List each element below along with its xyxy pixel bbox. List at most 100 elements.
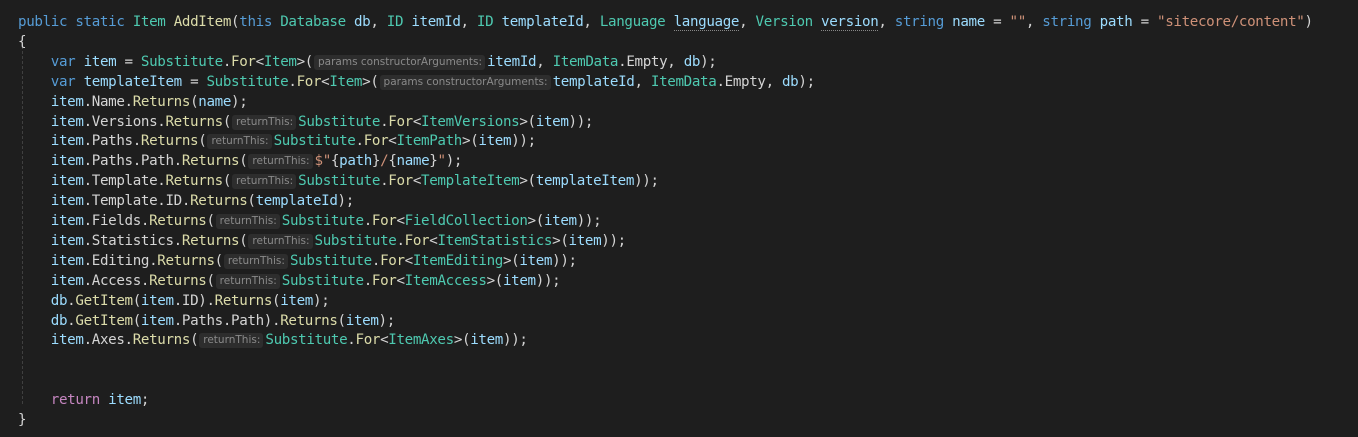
code-token: Version: [755, 14, 814, 30]
code-token: ));: [568, 113, 594, 130]
code-token: (: [222, 113, 232, 130]
code-line: item.Paths.Path.Returns(returnThis: $"{pa…: [18, 151, 462, 171]
code-token: Item: [132, 14, 166, 30]
code-token: (: [198, 133, 207, 150]
code-token: .Empty,: [716, 73, 782, 90]
code-token: var: [50, 53, 76, 70]
code-line: public static Item AddItem(this Database…: [18, 12, 1313, 32]
code-token: =: [984, 14, 1010, 30]
code-token: item: [50, 213, 84, 229]
code-token: Substitute: [140, 53, 223, 70]
inlay-parameter-hint: returnThis:: [232, 114, 297, 130]
code-line: var templateItem = Substitute.For<Item>(…: [18, 72, 815, 92]
code-token: (: [206, 272, 215, 289]
code-token: Database: [280, 14, 346, 30]
code-token: Substitute: [206, 73, 289, 90]
code-line: item.Statistics.Returns(returnThis: Subst…: [18, 231, 626, 251]
code-token: ,: [1025, 14, 1043, 30]
code-token: >(: [296, 53, 314, 70]
inlay-parameter-hint: returnThis:: [223, 253, 288, 269]
code-token: item: [470, 332, 503, 349]
code-token: ): [1304, 14, 1313, 30]
inlay-parameter-hint: returnThis:: [232, 174, 297, 190]
code-line: }: [18, 410, 27, 430]
code-token: .: [371, 252, 381, 269]
code-token: ,: [878, 14, 895, 30]
code-token: Item: [329, 73, 363, 90]
code-token: string: [894, 14, 945, 30]
code-line: var item = Substitute.For<Item>(params c…: [18, 52, 717, 72]
code-line: {: [18, 32, 27, 52]
code-token: >(: [453, 332, 471, 349]
code-token: item: [50, 133, 84, 150]
code-token: );: [231, 93, 248, 110]
code-token: FieldCollection: [404, 213, 528, 229]
code-token: ItemData: [552, 53, 619, 70]
code-token: item: [83, 53, 117, 70]
code-token: Returns: [181, 153, 240, 170]
code-token: item: [345, 312, 379, 329]
code-token: path: [339, 153, 372, 170]
code-token: .ID).: [173, 292, 215, 309]
code-token: .Paths.: [83, 133, 142, 150]
code-token: ));: [601, 232, 626, 249]
code-token: this: [239, 14, 273, 30]
code-token: ItemData: [650, 73, 717, 90]
code-token: .Versions.: [83, 113, 166, 130]
code-token: Substitute: [298, 113, 381, 130]
code-token: >(: [519, 173, 536, 190]
code-token: ,: [536, 53, 553, 70]
code-token: ));: [576, 213, 602, 229]
code-token: .Axes.: [83, 332, 134, 349]
code-token: Substitute: [265, 332, 348, 349]
code-token: );: [798, 73, 815, 90]
code-token: ": [437, 153, 447, 170]
code-token: For: [388, 113, 413, 130]
inlay-parameter-hint: returnThis:: [215, 214, 280, 229]
inlay-parameter-hint: returnThis:: [207, 134, 272, 150]
code-editor[interactable]: public static Item AddItem (this Database…: [0, 0, 1358, 437]
code-token: <: [404, 252, 414, 269]
code-line: item.Name.Returns(name);: [18, 92, 248, 112]
code-token: Returns: [181, 232, 240, 249]
inlay-parameter-hint: params constructorArguments:: [379, 74, 551, 90]
code-token: >(: [486, 272, 504, 289]
code-token: item: [50, 193, 84, 210]
code-token: );: [700, 53, 717, 70]
code-token: For: [296, 73, 322, 90]
code-token: =: [116, 53, 141, 70]
code-token: Returns: [280, 312, 338, 329]
code-token-unused-param: language: [673, 14, 740, 31]
code-token: <: [396, 213, 405, 229]
code-token: item: [50, 93, 84, 110]
code-token: ,: [370, 14, 387, 30]
code-token: Returns: [149, 272, 207, 289]
code-token: <: [412, 113, 422, 130]
code-token: (: [247, 193, 256, 210]
code-token: >(: [362, 73, 379, 90]
code-token: For: [355, 332, 381, 349]
code-token: (: [206, 213, 215, 229]
code-token: ));: [552, 252, 577, 269]
code-token: return: [50, 392, 101, 409]
code-token: .Paths.Path.: [83, 153, 183, 170]
code-token: name: [396, 153, 430, 170]
code-token: For: [388, 173, 413, 190]
code-token: item: [50, 252, 84, 269]
code-line: item.Fields.Returns(returnThis: Substitut…: [18, 211, 602, 231]
code-token: Returns: [149, 213, 207, 229]
code-token: }: [371, 153, 381, 170]
code-token: itemId: [487, 53, 537, 70]
code-line: item.Access.Returns(returnThis: Substitut…: [18, 271, 561, 291]
code-token: =: [181, 73, 207, 90]
code-token: GetItem: [75, 292, 133, 309]
